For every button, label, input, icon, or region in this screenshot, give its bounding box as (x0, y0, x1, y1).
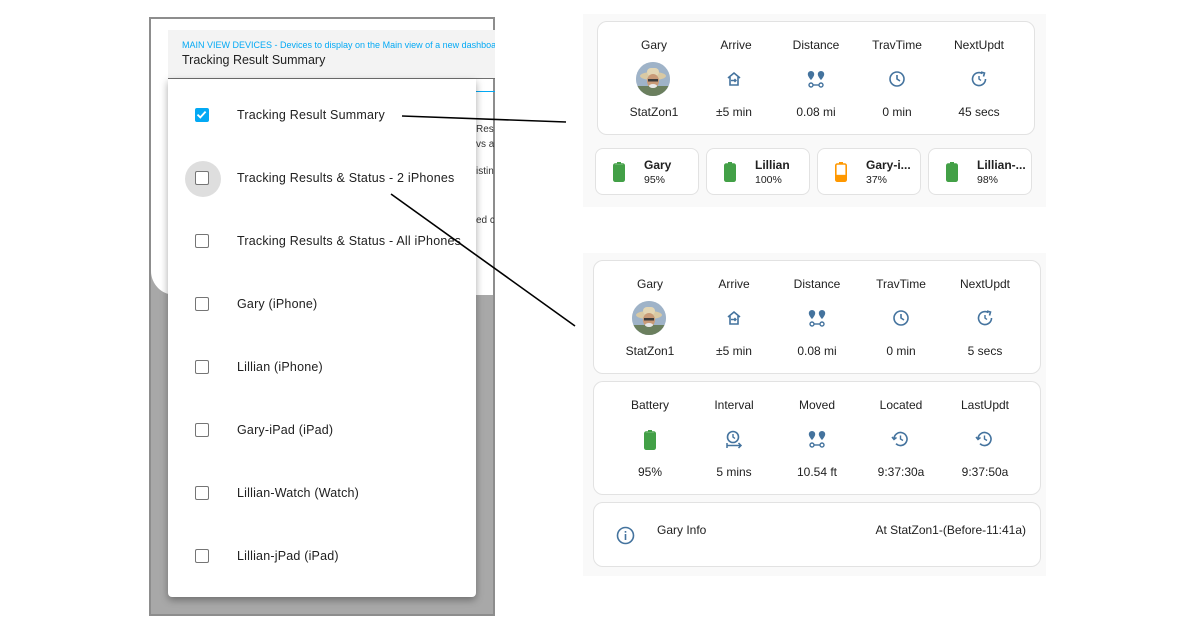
connector-line (401, 115, 567, 123)
connector-line (390, 193, 576, 327)
connector-lines (390, 115, 576, 327)
